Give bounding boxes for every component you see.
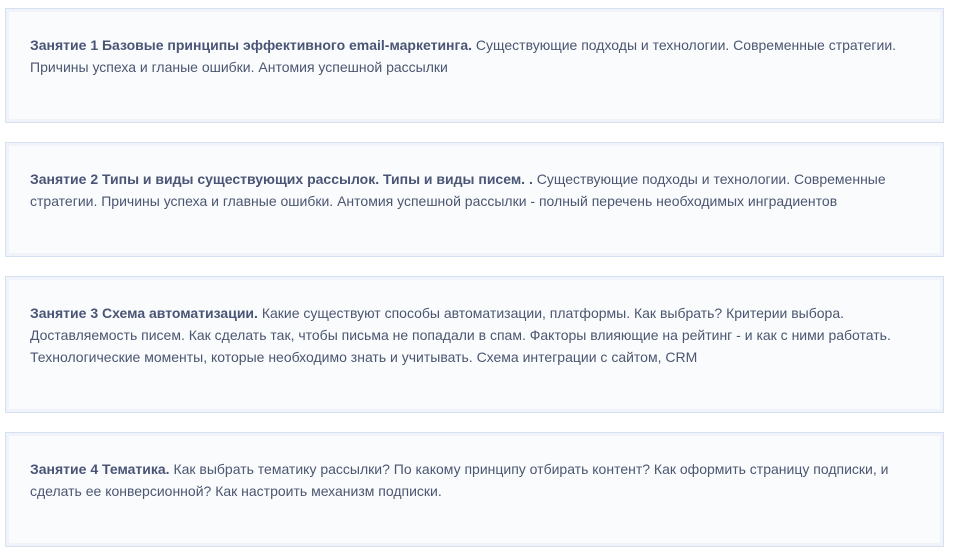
- lesson-title: Занятие 1 Базовые принципы эффективного …: [30, 37, 473, 53]
- lesson-card-2: Занятие 2 Типы и виды существующих рассы…: [5, 142, 944, 257]
- lesson-title: Занятие 4 Тематика.: [30, 461, 170, 477]
- lesson-description: Занятие 4 Тематика. Как выбрать тематику…: [30, 458, 919, 502]
- lesson-card-1: Занятие 1 Базовые принципы эффективного …: [5, 8, 944, 123]
- lesson-description: Занятие 1 Базовые принципы эффективного …: [30, 34, 919, 78]
- lesson-title: Занятие 2 Типы и виды существующих рассы…: [30, 171, 533, 187]
- lesson-card-3: Занятие 3 Схема автоматизации. Какие сущ…: [5, 276, 944, 413]
- lesson-card-4: Занятие 4 Тематика. Как выбрать тематику…: [5, 432, 944, 547]
- lesson-description: Занятие 2 Типы и виды существующих рассы…: [30, 168, 919, 212]
- lesson-description: Занятие 3 Схема автоматизации. Какие сущ…: [30, 302, 919, 368]
- lesson-title: Занятие 3 Схема автоматизации.: [30, 305, 258, 321]
